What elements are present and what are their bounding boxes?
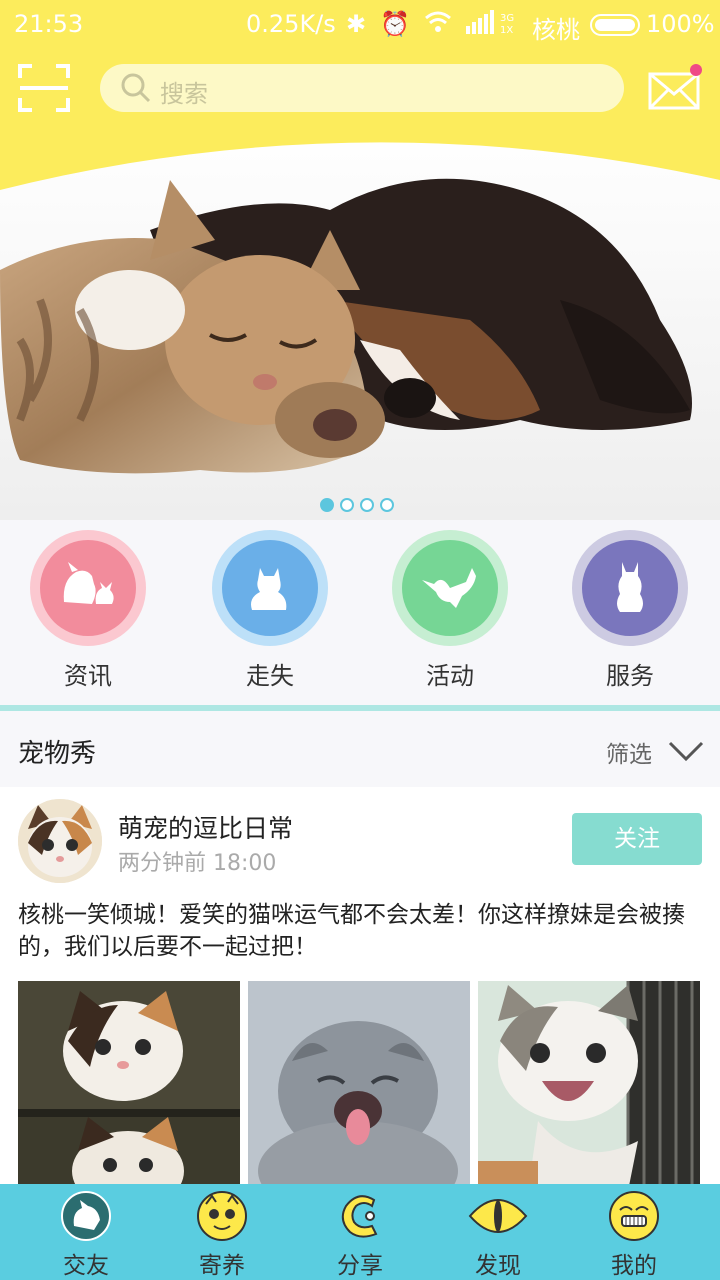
tab-label: 分享 [337, 1253, 383, 1279]
discover-icon [468, 1190, 528, 1242]
category-ring [572, 530, 688, 646]
search-placeholder: 搜索 [160, 80, 208, 108]
tab-foster[interactable]: 寄养 [162, 1190, 282, 1280]
section-title: 宠物秀 [18, 739, 97, 769]
share-icon [334, 1190, 386, 1242]
section-header: 宠物秀 筛选 [0, 711, 720, 787]
carousel-dot[interactable] [360, 498, 374, 512]
standing-cat-icon [582, 540, 678, 636]
status-bar: 21:53 0.25K/s ✱ ⏰ 3G 1X 核桃 100% [0, 0, 720, 50]
banner-carousel[interactable] [0, 120, 720, 520]
tab-share[interactable]: 分享 [300, 1190, 420, 1280]
tab-label: 寄养 [199, 1253, 245, 1279]
category-label: 活动 [426, 662, 474, 690]
carousel-dot[interactable] [320, 498, 334, 512]
status-time: 21:53 [14, 10, 84, 38]
search-icon [121, 73, 151, 103]
category-ring [392, 530, 508, 646]
tab-profile[interactable]: 我的 [574, 1190, 694, 1280]
avatar[interactable] [18, 799, 102, 883]
leaping-cat-icon [402, 540, 498, 636]
battery-icon [590, 14, 640, 36]
post-photo[interactable] [478, 981, 700, 1191]
filter-button[interactable]: 筛选 [606, 735, 652, 769]
tab-label: 交友 [63, 1253, 109, 1279]
category-activity[interactable]: 活动 [390, 530, 510, 691]
post-username[interactable]: 萌宠的逗比日常 [118, 809, 293, 845]
post-card: 萌宠的逗比日常 两分钟前 18:00 关注 核桃一笑倾城！爱笑的猫咪运气都不会太… [0, 787, 720, 1191]
bottom-tab-bar: 交友 寄养 分享 发现 我的 [0, 1184, 720, 1280]
carousel-indicator [320, 498, 394, 516]
tab-label: 我的 [611, 1253, 657, 1279]
signal-icon: 3G 1X [466, 10, 522, 42]
tab-friends[interactable]: 交友 [26, 1190, 146, 1280]
carousel-dot[interactable] [380, 498, 394, 512]
category-lost[interactable]: 走失 [210, 530, 330, 691]
post-text: 核桃一笑倾城！爱笑的猫咪运气都不会太差！你这样撩妹是会被揍的，我们以后要不一起过… [18, 902, 685, 960]
carousel-dot[interactable] [340, 498, 354, 512]
profile-icon [608, 1190, 660, 1242]
post-timestamp: 两分钟前 18:00 [118, 851, 277, 876]
tab-discover[interactable]: 发现 [438, 1190, 558, 1280]
category-news[interactable]: 资讯 [28, 530, 148, 691]
category-ring [212, 530, 328, 646]
svg-text:3G: 3G [500, 13, 514, 24]
category-label: 走失 [246, 662, 294, 690]
network-speed: 0.25K/s [246, 10, 336, 38]
bluetooth-icon: ✱ [346, 10, 367, 38]
post-photo[interactable] [248, 981, 470, 1191]
sitting-cat-icon [222, 540, 318, 636]
category-ring [30, 530, 146, 646]
svg-text:1X: 1X [500, 25, 513, 36]
notification-dot [690, 64, 702, 76]
battery-percent: 100% [646, 10, 715, 38]
search-input[interactable]: 搜索 [100, 64, 624, 112]
carrier-name: 核桃 [532, 16, 580, 44]
category-label: 资讯 [64, 662, 112, 690]
dog-cat-icon [40, 540, 136, 636]
category-label: 服务 [606, 662, 654, 690]
category-service[interactable]: 服务 [570, 530, 690, 691]
post-photo[interactable] [18, 981, 240, 1191]
banner-image [0, 120, 720, 520]
foster-icon [196, 1190, 248, 1242]
scan-icon[interactable] [18, 64, 70, 112]
wifi-icon [424, 10, 452, 40]
tab-label: 发现 [475, 1253, 521, 1279]
friends-icon [60, 1190, 112, 1242]
alarm-icon: ⏰ [380, 10, 410, 38]
chevron-down-icon[interactable] [668, 739, 704, 763]
follow-button[interactable]: 关注 [572, 813, 702, 865]
category-row: 资讯 走失 活动 服务 [0, 520, 720, 706]
